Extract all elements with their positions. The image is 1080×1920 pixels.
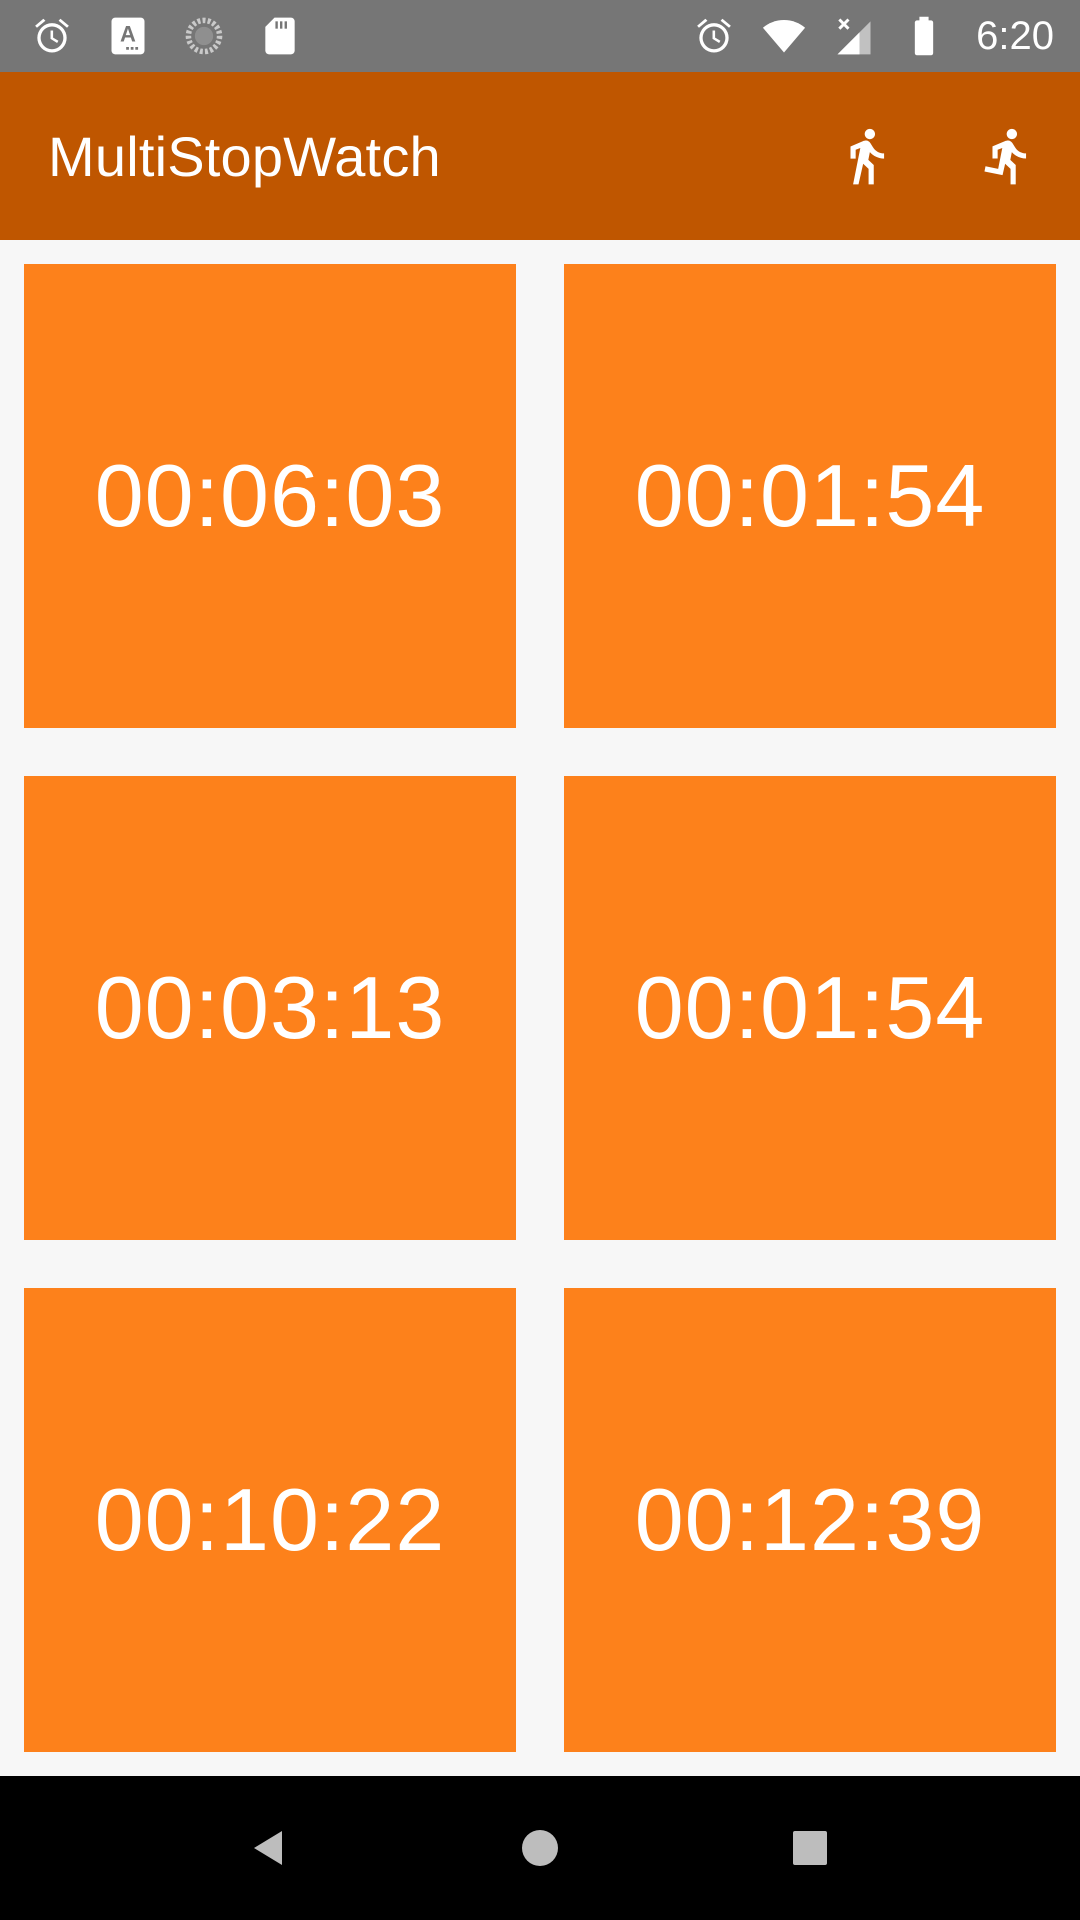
app-bar: MultiStopWatch	[0, 72, 1080, 240]
stopwatch-tile[interactable]: 00:12:39	[564, 1288, 1056, 1752]
sync-spinner-icon	[182, 14, 226, 58]
stopwatch-tile[interactable]: 00:03:13	[24, 776, 516, 1240]
alarm-icon	[30, 14, 74, 58]
status-time: 6:20	[976, 13, 1054, 58]
stopwatch-tile[interactable]: 00:06:03	[24, 264, 516, 728]
app-actions	[830, 120, 1044, 192]
home-button[interactable]	[504, 1812, 576, 1884]
walk-button[interactable]	[830, 120, 902, 192]
sd-card-icon	[258, 14, 302, 58]
battery-icon	[902, 14, 946, 58]
recents-icon	[793, 1831, 827, 1865]
stopwatch-tile[interactable]: 00:01:54	[564, 264, 1056, 728]
stopwatch-time: 00:03:13	[94, 958, 446, 1057]
status-right-icons: 6:20	[692, 14, 1054, 59]
status-bar: A 6:20	[0, 0, 1080, 72]
stopwatch-time: 00:01:54	[634, 446, 986, 545]
recents-button[interactable]	[774, 1812, 846, 1884]
navigation-bar	[0, 1776, 1080, 1920]
stopwatch-time: 00:06:03	[94, 446, 446, 545]
cell-signal-no-service-icon	[832, 14, 876, 58]
stopwatch-time: 00:01:54	[634, 958, 986, 1057]
svg-text:A: A	[120, 22, 136, 47]
stopwatch-tile[interactable]: 00:10:22	[24, 1288, 516, 1752]
wifi-icon	[762, 14, 806, 58]
run-icon	[984, 128, 1027, 185]
back-icon	[254, 1831, 282, 1865]
back-button[interactable]	[234, 1812, 306, 1884]
keyboard-a-icon: A	[106, 14, 150, 58]
walk-icon	[850, 128, 885, 185]
status-left-icons: A	[30, 14, 302, 58]
alarm-icon	[692, 14, 736, 58]
home-icon	[522, 1830, 558, 1866]
stopwatch-time: 00:10:22	[94, 1470, 446, 1569]
stopwatch-time: 00:12:39	[634, 1470, 986, 1569]
app-title: MultiStopWatch	[48, 124, 441, 188]
stopwatch-grid: 00:06:03 00:01:54 00:03:13 00:01:54 00:1…	[24, 264, 1056, 1752]
stopwatch-tile[interactable]: 00:01:54	[564, 776, 1056, 1240]
run-button[interactable]	[972, 120, 1044, 192]
